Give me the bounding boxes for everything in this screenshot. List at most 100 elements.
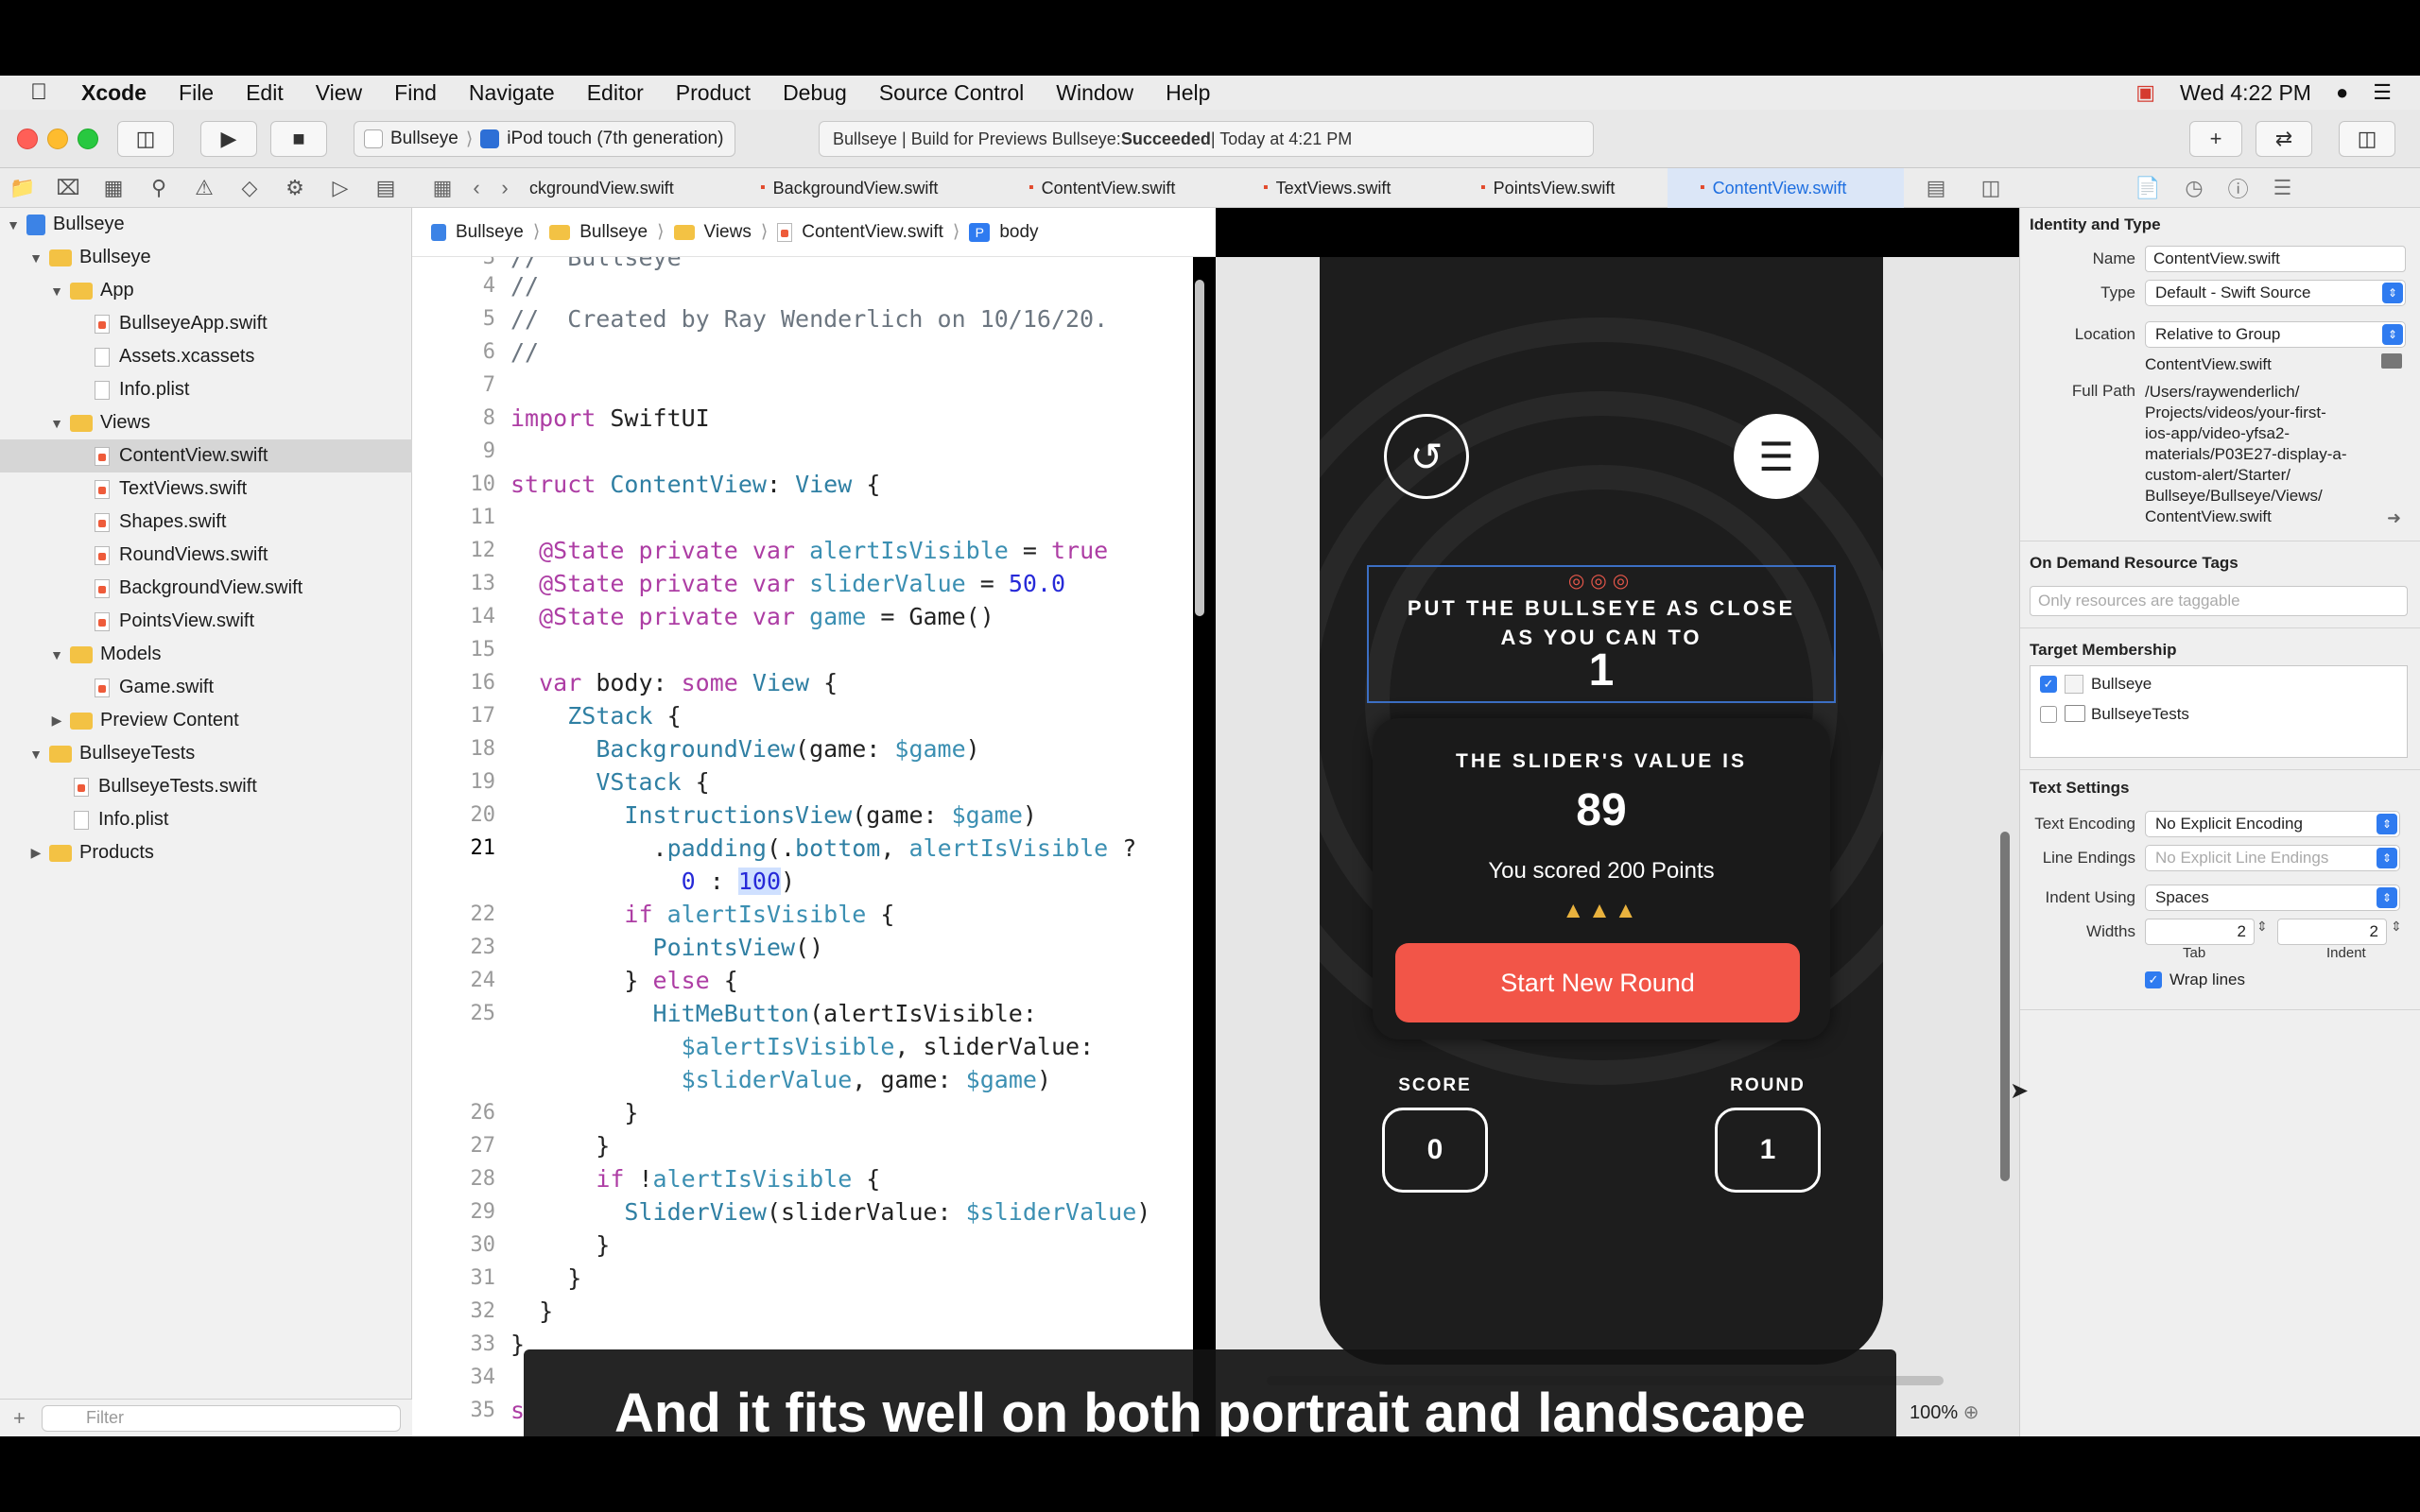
start-new-round-button[interactable]: Start New Round bbox=[1395, 943, 1800, 1022]
back-arrow-icon[interactable]: ‹ bbox=[463, 168, 490, 208]
tab-textviews[interactable]: ▪ TextViews.swift bbox=[1263, 168, 1471, 208]
editor-options-icon[interactable]: ▤ bbox=[1917, 168, 1955, 208]
minimize-window-button[interactable] bbox=[47, 129, 68, 149]
jumpbar-item[interactable]: Bullseye bbox=[579, 222, 648, 243]
canvas-scrollbar[interactable] bbox=[2000, 832, 2010, 1181]
editor-scrollbar[interactable] bbox=[1195, 280, 1204, 616]
jumpbar-item[interactable]: Views bbox=[704, 222, 752, 243]
file-inspector-icon[interactable]: 📄 bbox=[2135, 176, 2160, 200]
menu-find[interactable]: Find bbox=[394, 80, 437, 106]
tree-item-file-selected[interactable]: ContentView.swift bbox=[0, 439, 412, 472]
search-icon[interactable]: ⚲ bbox=[136, 176, 182, 200]
source-control-icon[interactable]: ⌧ bbox=[45, 176, 91, 200]
tab-contentview-active[interactable]: ▪ ContentView.swift bbox=[1668, 168, 1904, 208]
menubar-clock[interactable]: Wed 4:22 PM bbox=[2180, 80, 2311, 106]
tree-item-file[interactable]: Info.plist bbox=[0, 373, 412, 406]
help-inspector-icon[interactable]: ⓘ bbox=[2228, 173, 2249, 203]
indent-popup[interactable]: Spaces ⇕ bbox=[2145, 885, 2400, 911]
target-checkbox[interactable] bbox=[2040, 706, 2057, 723]
wrap-lines-checkbox[interactable]: ✓ bbox=[2145, 971, 2162, 988]
tree-item-file[interactable]: PointsView.swift bbox=[0, 605, 412, 638]
menu-view[interactable]: View bbox=[316, 80, 362, 106]
tab-pointsview[interactable]: ▪ PointsView.swift bbox=[1480, 168, 1669, 208]
line-endings-popup[interactable]: No Explicit Line Endings ⇕ bbox=[2145, 845, 2400, 871]
menu-edit[interactable]: Edit bbox=[246, 80, 284, 106]
odr-tags-field[interactable]: Only resources are taggable bbox=[2030, 586, 2408, 616]
tab-width-field[interactable]: 2 bbox=[2145, 919, 2255, 945]
disclosure-open-icon[interactable]: ▼ bbox=[28, 250, 43, 266]
disclosure-closed-icon[interactable]: ▶ bbox=[49, 713, 64, 729]
report-icon[interactable]: ▤ bbox=[363, 176, 408, 200]
jumpbar-item[interactable]: Bullseye bbox=[456, 222, 524, 243]
tree-item-file[interactable]: TextViews.swift bbox=[0, 472, 412, 506]
disclosure-open-icon[interactable]: ▼ bbox=[6, 217, 21, 232]
related-items-icon[interactable]: ▦ bbox=[420, 168, 465, 208]
add-icon[interactable]: + bbox=[13, 1406, 26, 1431]
tree-item-file[interactable]: Info.plist bbox=[0, 803, 412, 836]
disclosure-open-icon[interactable]: ▼ bbox=[49, 284, 64, 299]
filter-input[interactable]: Filter bbox=[42, 1404, 401, 1432]
disclosure-open-icon[interactable]: ▼ bbox=[28, 747, 43, 762]
symbol-icon[interactable]: ▦ bbox=[91, 176, 136, 200]
menu-product[interactable]: Product bbox=[676, 80, 751, 106]
tree-item-file[interactable]: RoundViews.swift bbox=[0, 539, 412, 572]
tree-item-folder-app[interactable]: ▼ App bbox=[0, 274, 412, 307]
tab-contentview[interactable]: ▪ ContentView.swift bbox=[1028, 168, 1255, 208]
encoding-popup[interactable]: No Explicit Encoding ⇕ bbox=[2145, 811, 2400, 837]
tab-backgroundview[interactable]: ▪ BackgroundView.swift bbox=[760, 168, 1006, 208]
indent-width-field[interactable]: 2 bbox=[2277, 919, 2387, 945]
name-field[interactable]: ContentView.swift bbox=[2145, 246, 2406, 272]
tree-item-file[interactable]: BackgroundView.swift bbox=[0, 572, 412, 605]
close-window-button[interactable] bbox=[17, 129, 38, 149]
menu-help[interactable]: Help bbox=[1166, 80, 1210, 106]
disclosure-closed-icon[interactable]: ▶ bbox=[28, 845, 43, 861]
restart-button[interactable]: ↺ bbox=[1384, 414, 1469, 499]
notification-center-icon[interactable]: ☰ bbox=[2373, 80, 2392, 105]
leaderboard-button[interactable]: ☰ bbox=[1734, 414, 1819, 499]
stepper-icon[interactable]: ⇕ bbox=[2256, 919, 2268, 935]
stop-button[interactable]: ■ bbox=[270, 121, 327, 157]
menu-editor[interactable]: Editor bbox=[587, 80, 644, 106]
menu-debug[interactable]: Debug bbox=[783, 80, 847, 106]
code-review-button[interactable]: ⇄ bbox=[2256, 121, 2312, 157]
debug-icon[interactable]: ⚙ bbox=[272, 176, 318, 200]
tree-item-folder-bullseye[interactable]: ▼ Bullseye bbox=[0, 241, 412, 274]
folder-icon[interactable]: 📁 bbox=[0, 176, 45, 200]
run-button[interactable]: ▶ bbox=[200, 121, 257, 157]
source-editor[interactable]: 3 4 5 6 7 8 9 10 11 12 13 14 15 16 17 18… bbox=[412, 257, 1193, 1436]
attributes-inspector-icon[interactable]: ☰ bbox=[2273, 176, 2292, 200]
tree-item-folder-bullseyetests[interactable]: ▼ BullseyeTests bbox=[0, 737, 412, 770]
history-inspector-icon[interactable]: ◷ bbox=[2185, 176, 2203, 200]
test-icon[interactable]: ◇ bbox=[227, 176, 272, 200]
breakpoint-icon[interactable]: ▷ bbox=[318, 176, 363, 200]
disclosure-open-icon[interactable]: ▼ bbox=[49, 647, 64, 662]
tree-item-file[interactable]: BullseyeTests.swift bbox=[0, 770, 412, 803]
navigator-toggle-button[interactable]: ◫ bbox=[117, 121, 174, 157]
disclosure-open-icon[interactable]: ▼ bbox=[49, 416, 64, 431]
menu-file[interactable]: File bbox=[179, 80, 214, 106]
jumpbar-item[interactable]: ContentView.swift bbox=[802, 222, 943, 243]
inspector-toggle-button[interactable]: ◫ bbox=[2339, 121, 2395, 157]
menu-navigate[interactable]: Navigate bbox=[469, 80, 555, 106]
stepper-icon[interactable]: ⇕ bbox=[2391, 919, 2402, 935]
apple-menu-icon[interactable]:  bbox=[30, 79, 57, 106]
zoom-level[interactable]: 100% ⊕ bbox=[1910, 1400, 1979, 1424]
warning-icon[interactable]: ⚠ bbox=[182, 176, 227, 200]
tree-item-folder-views[interactable]: ▼ Views bbox=[0, 406, 412, 439]
user-icon[interactable]: ● bbox=[2336, 80, 2348, 105]
scheme-selector[interactable]: Bullseye ⟩ iPod touch (7th generation) bbox=[354, 121, 735, 157]
zoom-window-button[interactable] bbox=[78, 129, 98, 149]
tree-item-file[interactable]: BullseyeApp.swift bbox=[0, 307, 412, 340]
tree-item-project[interactable]: ▼ Bullseye bbox=[0, 208, 412, 241]
tree-item-file[interactable]: Game.swift bbox=[0, 671, 412, 704]
jumpbar-item[interactable]: body bbox=[999, 222, 1038, 243]
tree-item-folder-preview-content[interactable]: ▶ Preview Content bbox=[0, 704, 412, 737]
split-editor-icon[interactable]: ◫ bbox=[1972, 168, 2010, 208]
tree-item-file[interactable]: Shapes.swift bbox=[0, 506, 412, 539]
zoom-icon[interactable]: ⊕ bbox=[1963, 1402, 1979, 1423]
location-popup[interactable]: Relative to Group ⇕ bbox=[2145, 321, 2406, 348]
tree-item-folder-models[interactable]: ▼ Models bbox=[0, 638, 412, 671]
reveal-in-finder-icon[interactable]: ➜ bbox=[2387, 508, 2401, 528]
tree-item-folder-products[interactable]: ▶ Products bbox=[0, 836, 412, 869]
tab-backgroundview-partial[interactable]: ckgroundView.swift bbox=[529, 168, 737, 208]
